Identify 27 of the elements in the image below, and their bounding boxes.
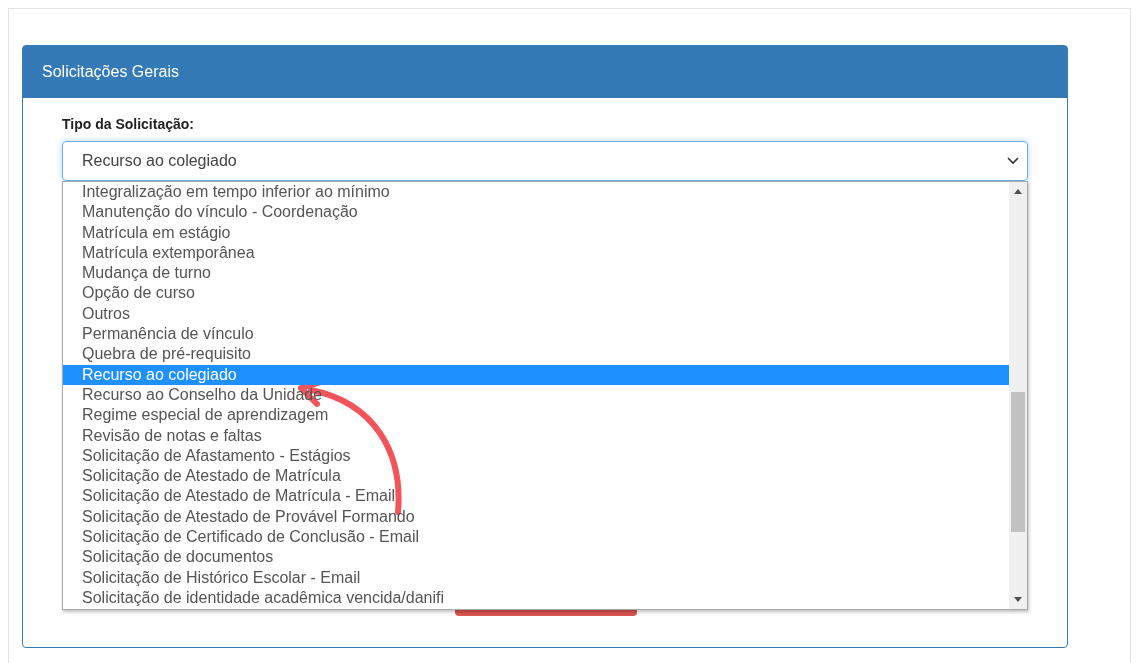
dropdown-option[interactable]: Integralização em tempo inferior ao mínimo (63, 182, 1009, 203)
scrollbar-thumb[interactable] (1011, 392, 1025, 532)
dropdown-option[interactable]: Solicitação de Certificado de Conclusão - Email (63, 527, 1009, 548)
dropdown-option[interactable]: Outros (63, 303, 1009, 325)
dropdown-option[interactable]: Solicitação de Histórico Escolar - Email (63, 567, 1009, 588)
dropdown-option[interactable]: Solicitação de Afastamento - Estágios (63, 445, 1009, 467)
dropdown-option[interactable]: Quebra de pré-requisito (63, 344, 1009, 365)
chevron-down-icon (1007, 157, 1019, 165)
dropdown-option[interactable]: Solicitação de identidade acadêmica vencida/danifi (63, 587, 1009, 609)
dropdown-option[interactable]: Manutenção do vínculo - Coordenação (63, 202, 1009, 223)
dropdown-option[interactable]: Solicitação de Atestado de Matrícula (63, 466, 1009, 487)
dropdown-option[interactable]: Mudança de turno (63, 263, 1009, 284)
dropdown-option[interactable]: Regime especial de aprendizagem (63, 405, 1009, 426)
dropdown-option[interactable]: Opção de curso (63, 283, 1009, 304)
dropdown-option[interactable]: Solicitação de Atestado de Provável Formando (63, 506, 1009, 528)
scroll-down-icon[interactable] (1014, 597, 1022, 602)
request-type-select[interactable]: Recurso ao colegiado (62, 141, 1028, 181)
scrollbar-track[interactable] (1009, 182, 1027, 609)
dropdown-option[interactable]: Matrícula em estágio (63, 222, 1009, 243)
dropdown-option[interactable]: Matrícula extemporânea (63, 242, 1009, 264)
dropdown-option[interactable]: Solicitação de documentos (63, 547, 1009, 568)
field-label: Tipo da Solicitação: (62, 116, 195, 132)
panel-title: Solicitações Gerais (42, 63, 179, 81)
dropdown-option[interactable]: Solicitação de Atestado de Matrícula - Email (63, 486, 1009, 507)
scroll-up-icon[interactable] (1014, 189, 1022, 194)
dropdown-option[interactable]: Permanência de vínculo (63, 324, 1009, 345)
dropdown-option[interactable]: Revisão de notas e faltas (63, 425, 1009, 446)
